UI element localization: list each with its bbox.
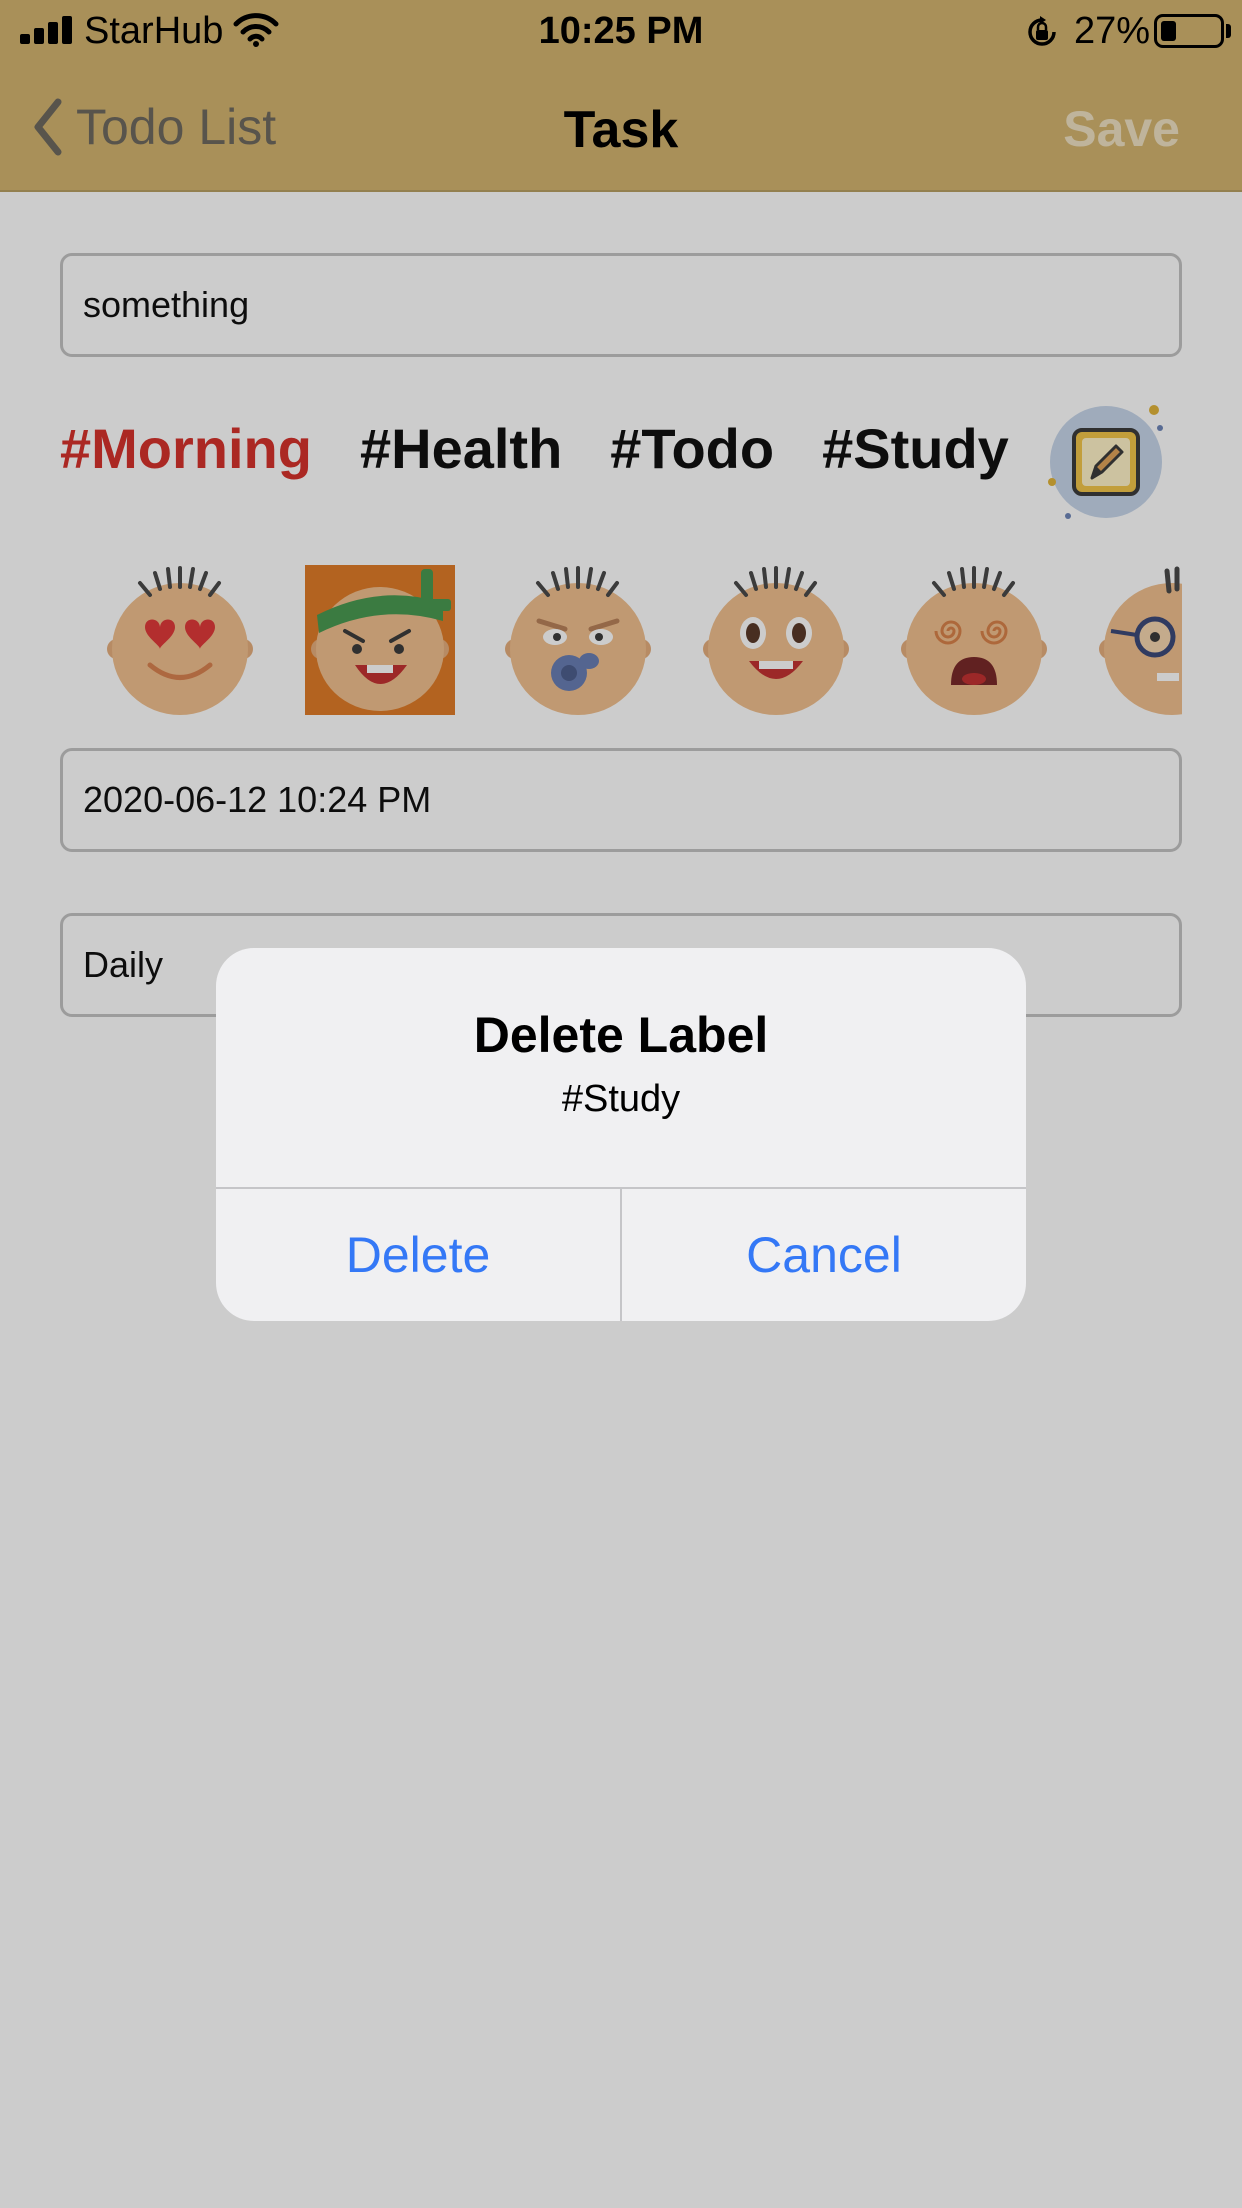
delete-label-alert: Delete Label #Study Delete Cancel <box>216 948 1026 1321</box>
alert-title: Delete Label <box>473 1007 769 1063</box>
cancel-button[interactable]: Cancel <box>622 1189 1026 1321</box>
alert-message: #Study <box>561 1078 681 1120</box>
delete-button[interactable]: Delete <box>216 1189 620 1321</box>
